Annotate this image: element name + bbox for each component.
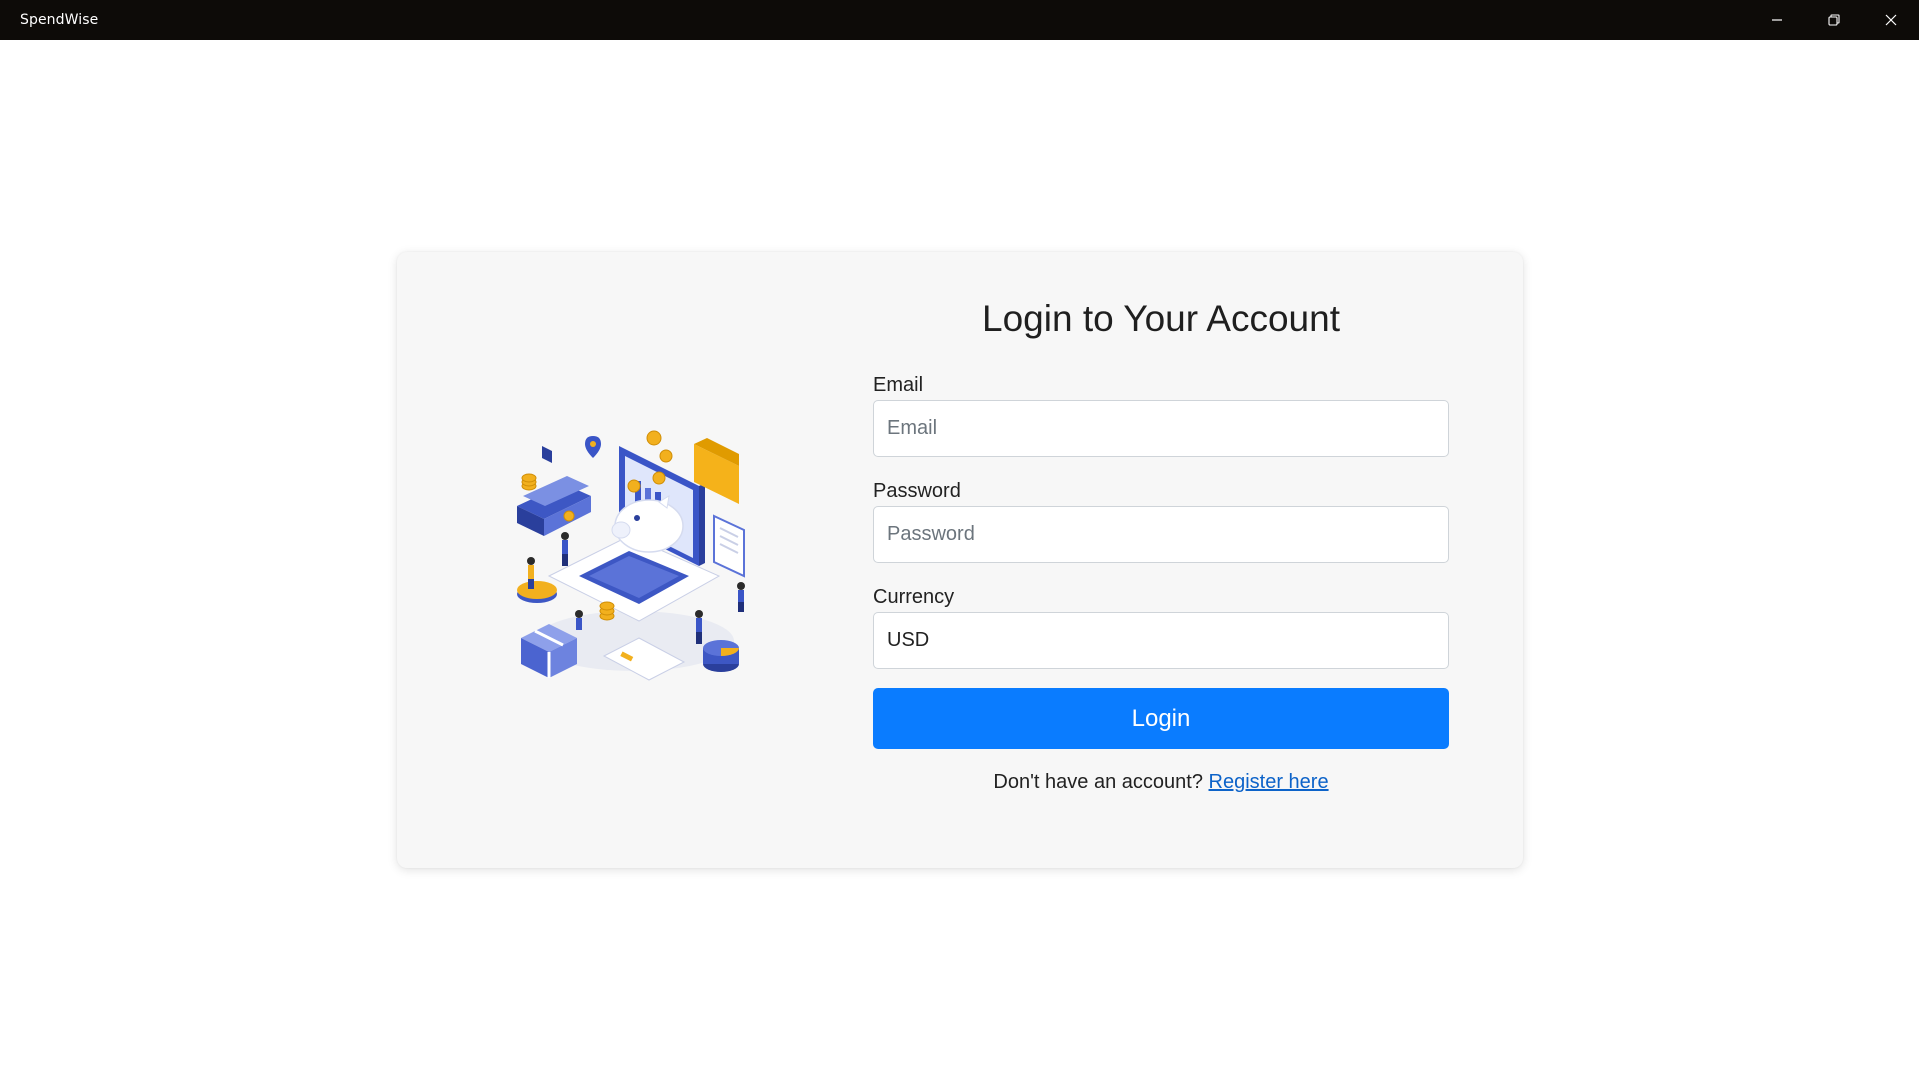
currency-field[interactable]	[873, 612, 1449, 669]
email-label: Email	[873, 374, 924, 396]
title-bar: SpendWise	[0, 0, 1919, 40]
finance-illustration	[517, 430, 745, 681]
window-controls	[1748, 0, 1919, 40]
login-card: Login to Your Account Email Password Cur…	[397, 252, 1523, 868]
page-title: Login to Your Account	[982, 298, 1340, 339]
register-link[interactable]: Register here	[1209, 771, 1329, 793]
login-button[interactable]: Login	[873, 688, 1449, 749]
register-prompt: Don't have an account?	[993, 771, 1203, 793]
close-icon	[1885, 14, 1896, 26]
password-label: Password	[873, 480, 961, 502]
currency-label: Currency	[873, 586, 955, 608]
minimize-icon	[1771, 19, 1782, 21]
restore-icon	[1827, 14, 1840, 26]
password-field[interactable]	[873, 506, 1449, 563]
app-title: SpendWise	[20, 12, 99, 28]
close-button[interactable]	[1862, 0, 1919, 40]
minimize-button[interactable]	[1748, 0, 1805, 40]
register-prompt-line: Don't have an account? Register here	[873, 771, 1449, 794]
restore-button[interactable]	[1805, 0, 1862, 40]
email-field[interactable]	[873, 400, 1449, 457]
